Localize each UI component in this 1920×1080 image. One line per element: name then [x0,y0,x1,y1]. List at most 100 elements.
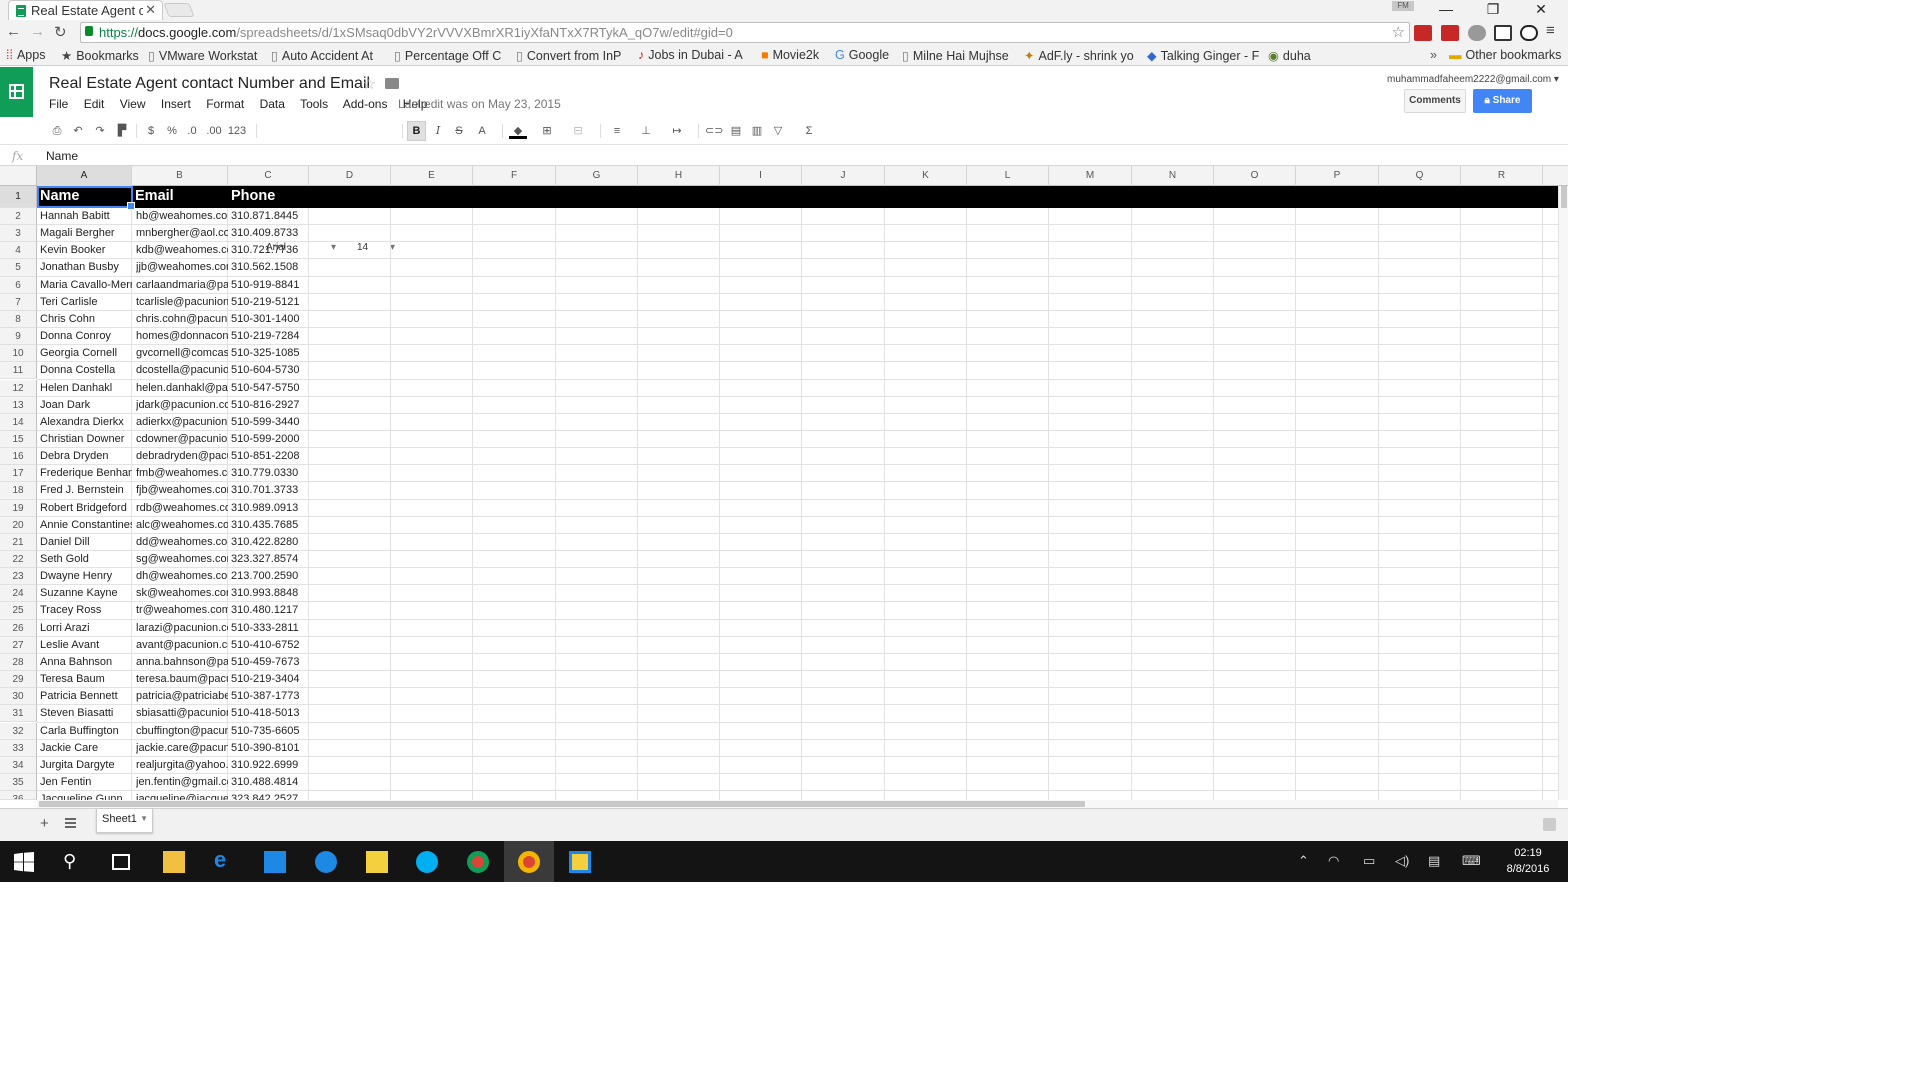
row-header[interactable]: 5 [0,259,37,277]
wifi-icon[interactable]: ◠ [1328,853,1339,869]
cell-phone[interactable]: 510-547-5750 [231,380,307,397]
cell-phone[interactable]: 310.989.0913 [231,500,307,517]
cell-name[interactable]: Christian Downer [40,431,132,448]
text-wrap-icon[interactable]: ↦ [667,123,687,139]
row-header[interactable]: 6 [0,276,37,294]
vertical-align-icon[interactable]: ⊥ [638,123,654,139]
cell-name[interactable]: Hannah Babitt [40,208,132,225]
share-button[interactable]: 🔒︎ Share [1473,89,1532,113]
menu-insert[interactable]: Insert [161,97,191,111]
cell-name[interactable]: Patricia Bennett [40,688,132,705]
column-header-e[interactable]: E [391,166,473,186]
cell-email[interactable]: mnbergher@aol.cor [136,225,228,242]
bookmark-bookmarks[interactable]: ★ Bookmarks [61,48,139,63]
row-header[interactable]: 7 [0,293,37,311]
minimize-button[interactable]: — [1423,0,1469,20]
cell-email[interactable]: realjurgita@yahoo.c [136,757,228,774]
close-window-button[interactable]: ✕ [1518,0,1564,20]
cell-phone[interactable]: 310.993.8848 [231,585,307,602]
cell-name[interactable]: Robert Bridgeford [40,500,132,517]
cell-email[interactable]: sk@weahomes.cor [136,585,228,602]
column-header-d[interactable]: D [309,166,391,186]
cell-name[interactable]: Fred J. Bernstein [40,482,132,499]
cell-email[interactable]: fmb@weahomes.cc [136,465,228,482]
chevron-down-icon[interactable]: ▼ [140,814,148,823]
insert-link-icon[interactable]: ⊂⊃ [705,123,723,139]
cell-phone[interactable]: 213.700.2590 [231,568,307,585]
bookmark-vmware[interactable]: ▯ VMware Workstat [148,48,260,63]
column-header-f[interactable]: F [473,166,556,186]
bookmark-google[interactable]: G Google [835,48,895,62]
battery-icon[interactable]: ▭ [1363,853,1375,869]
cell-name[interactable]: Jackie Care [40,740,132,757]
cell-email[interactable]: tcarlisle@pacunion. [136,294,228,311]
cell-email[interactable]: sg@weahomes.cor [136,551,228,568]
italic-button[interactable]: I [431,123,445,139]
column-header-b[interactable]: B [132,166,228,186]
cell-name[interactable]: Lorri Arazi [40,620,132,637]
cell-email[interactable]: jen.fentin@gmail.cc [136,774,228,791]
menu-file[interactable]: File [49,97,68,111]
currency-format-button[interactable]: $ [145,123,157,139]
column-header-h[interactable]: H [638,166,720,186]
cell-phone[interactable]: 510-219-3404 [231,671,307,688]
cell-phone[interactable]: 510-816-2927 [231,397,307,414]
cell-name[interactable]: Steven Biasatti [40,705,132,722]
more-formats-button[interactable]: 123 [226,123,248,139]
column-header-p[interactable]: P [1296,166,1379,186]
document-title[interactable]: Real Estate Agent contact Number and Ema… [49,75,370,93]
file-explorer-icon[interactable] [163,851,185,873]
bookmark-duha[interactable]: ◉ duha [1268,48,1318,63]
column-header-o[interactable]: O [1214,166,1296,186]
keyboard-icon[interactable]: ⌨ [1462,853,1481,869]
cell-email[interactable]: dcostella@pacunio [136,362,228,379]
print-icon[interactable]: ⎙ [50,123,64,139]
sheets-logo[interactable] [0,67,33,117]
cell-name[interactable]: Teresa Baum [40,671,132,688]
new-tab-button[interactable] [163,3,195,17]
cell-name[interactable]: Seth Gold [40,551,132,568]
functions-button[interactable]: Σ [802,123,816,139]
horizontal-scroll-thumb[interactable] [39,801,1085,807]
cell-name[interactable]: Jacqueline Gunn [40,791,132,800]
sticky-notes-icon[interactable] [366,851,388,873]
active-cell-selection[interactable] [37,186,135,210]
cell-phone[interactable]: 310.562.1508 [231,259,307,276]
cell-name[interactable]: Annie Constantines [40,517,132,534]
row-header[interactable]: 9 [0,328,37,346]
cell-email[interactable]: chris.cohn@pacuni [136,311,228,328]
column-header-k[interactable]: K [885,166,967,186]
bookmark-movie2k[interactable]: ■ Movie2k [761,48,831,62]
row-header[interactable]: 17 [0,465,37,483]
cell-email[interactable]: jacqueline@jacquel [136,791,228,800]
merge-cells-icon[interactable]: ⊟ [566,123,590,139]
cell-phone[interactable]: 310.409.8733 [231,225,307,242]
row-header[interactable]: 12 [0,379,37,397]
cell-name[interactable]: Debra Dryden [40,448,132,465]
row-header-1[interactable]: 1 [0,186,37,208]
cell-email[interactable]: homes@donnaconr [136,328,228,345]
cell-name[interactable]: Helen Danhakl [40,380,132,397]
cell-name[interactable]: Magali Bergher [40,225,132,242]
column-header-l[interactable]: L [967,166,1049,186]
cell-email[interactable]: cdowner@pacunion [136,431,228,448]
row-header[interactable]: 19 [0,499,37,517]
all-sheets-menu-icon[interactable] [65,818,76,828]
row-header[interactable]: 24 [0,585,37,603]
messenger-icon[interactable] [315,851,337,873]
chrome-menu-icon[interactable]: ≡ [1546,22,1555,39]
cell-email[interactable]: fjb@weahomes.cor [136,482,228,499]
back-arrow-icon[interactable]: ← [6,23,21,40]
cell-email[interactable]: tr@weahomes.com [136,602,228,619]
cell-email[interactable]: jjb@weahomes.con [136,259,228,276]
bookmark-adfly[interactable]: ✦ AdF.ly - shrink yo [1024,48,1136,63]
cell-phone[interactable]: 310.871.8445 [231,208,307,225]
row-header[interactable]: 3 [0,225,37,243]
account-email[interactable]: muhammadfaheem2222@gmail.com ▾ [1387,74,1559,85]
cell-name[interactable]: Maria Cavallo-Merri [40,277,132,294]
restore-button[interactable]: ❐ [1470,0,1516,20]
row-header[interactable]: 4 [0,242,37,260]
cell-name[interactable]: Teri Carlisle [40,294,132,311]
header-row[interactable]: Name Email Phone [37,186,1558,208]
row-header[interactable]: 11 [0,362,37,380]
